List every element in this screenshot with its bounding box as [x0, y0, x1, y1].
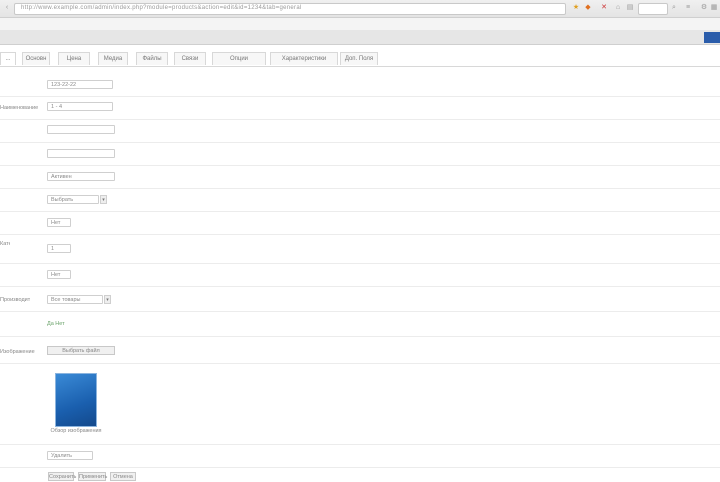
tab-8[interactable]: Доп. Поля [340, 52, 378, 65]
tab-active[interactable]: ... [0, 52, 16, 65]
tab-label: Характеристики [281, 56, 327, 62]
tab-6[interactable]: Опции [212, 52, 266, 65]
form-row: Наименование 1 - 4 [0, 97, 720, 120]
field-label: Наименование [0, 105, 39, 111]
product-image[interactable] [55, 373, 97, 427]
form-row: Выбрать ▾ [0, 189, 720, 212]
choose-file-button[interactable]: Выбрать файл [47, 346, 115, 355]
field-label: Изображение [0, 349, 35, 355]
text-field[interactable]: 123-22-22 [47, 80, 113, 89]
image-caption: Обзор изображения [50, 428, 102, 434]
short-field[interactable]: Нет [47, 218, 71, 227]
tab-label: Файлы [142, 56, 162, 62]
form-row: Нет [0, 264, 720, 287]
search-icon[interactable]: ⌕ [670, 4, 678, 12]
browser-toolbar: ‹ http://www.example.com/admin/index.php… [0, 0, 720, 18]
text-field[interactable] [47, 125, 115, 134]
field-label: Категория [0, 241, 10, 247]
delete-field[interactable]: Удалить [47, 451, 93, 460]
form-row [0, 120, 720, 143]
admin-menu-button[interactable] [704, 32, 720, 43]
form-row: Производитель Все товары ▾ [0, 287, 720, 312]
tab-label: Цена [66, 56, 82, 62]
form-row: Нет [0, 212, 720, 235]
form-row: 123-22-22 [0, 76, 720, 97]
home-icon[interactable]: ⌂ [614, 4, 622, 12]
back-icon[interactable]: ‹ [3, 4, 11, 12]
tab-label: Основн [25, 56, 47, 62]
field-label: Производитель [0, 297, 30, 303]
tab-7[interactable]: Характеристики [270, 52, 338, 65]
chevron-down-icon[interactable]: ▾ [104, 295, 111, 304]
form-row: Категория 1 [0, 235, 720, 264]
form-row: Активен [0, 166, 720, 189]
bookmark-icon[interactable]: ▤ [626, 4, 634, 12]
tab-5[interactable]: Связи [174, 52, 206, 65]
admin-header-bar [0, 30, 720, 45]
status-field[interactable]: Активен [47, 172, 115, 181]
short-field[interactable]: 1 [47, 244, 71, 253]
tab-4[interactable]: Файлы [136, 52, 168, 65]
form-row: Да Нет [0, 312, 720, 337]
menu-icon[interactable]: ≡ [684, 4, 692, 12]
tab-label: Опции [229, 56, 249, 62]
extension-icon[interactable]: ▦ [710, 4, 718, 12]
tab-label: Связи [181, 56, 199, 62]
star-icon[interactable]: ★ [572, 4, 580, 12]
tab-label: Доп. Поля [344, 56, 374, 62]
form-row [0, 143, 720, 166]
select-field[interactable]: Все товары [47, 295, 103, 304]
tab-1[interactable]: Основн [22, 52, 50, 65]
tab-2[interactable]: Цена [58, 52, 90, 65]
address-bar[interactable]: http://www.example.com/admin/index.php?m… [14, 3, 566, 15]
text-field[interactable]: 1 - 4 [47, 102, 113, 111]
tab-label: Медиа [103, 56, 123, 62]
select-field[interactable]: Выбрать [47, 195, 99, 204]
tools-icon[interactable]: ⚙ [700, 4, 708, 12]
image-row [0, 364, 720, 445]
form-row: Изображение Выбрать файл [0, 337, 720, 364]
radio-group[interactable]: Да Нет [47, 321, 65, 327]
address-text: http://www.example.com/admin/index.php?m… [21, 5, 302, 11]
chevron-down-icon[interactable]: ▾ [100, 195, 107, 204]
form-row: Удалить [0, 445, 720, 468]
tab-label: ... [5, 56, 11, 62]
rss-icon[interactable]: ◆ [584, 4, 592, 12]
tab-bar: ... Основн Цена Медиа Файлы Связи Опции … [0, 50, 720, 67]
tab-3[interactable]: Медиа [98, 52, 128, 65]
text-field[interactable] [47, 149, 115, 158]
search-input[interactable] [638, 3, 668, 15]
close-icon[interactable]: ✕ [600, 4, 608, 12]
short-field[interactable]: Нет [47, 270, 71, 279]
